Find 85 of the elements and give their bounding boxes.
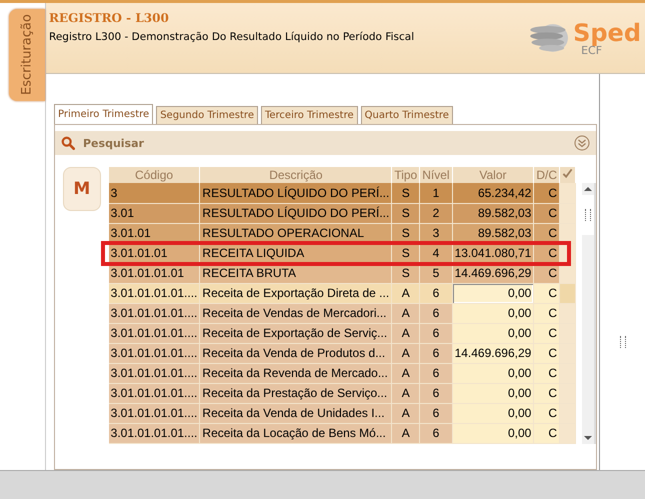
column-header[interactable]: Nível <box>420 167 452 183</box>
table-cell: 1 <box>420 183 452 203</box>
table-cell: 3.01.01.01.01.... <box>108 403 200 423</box>
splitter-handle[interactable] <box>620 336 626 348</box>
table-cell: 0,00 <box>452 423 534 443</box>
table-cell: A <box>392 363 420 383</box>
table-cell: Receita da Prestação de Serviço... <box>200 383 392 403</box>
table-cell: S <box>392 203 420 223</box>
table-cell: 3 <box>108 183 200 203</box>
table-cell: 0,00 <box>452 363 534 383</box>
table-cell: A <box>392 323 420 343</box>
table-cell: Receita da Locação de Bens Mó... <box>200 423 392 443</box>
table-cell: 0,00 <box>452 383 534 403</box>
table-cell: C <box>534 363 560 383</box>
search-bar[interactable]: Pesquisar <box>55 131 596 155</box>
table-cell: 6 <box>420 343 452 363</box>
table-cell: C <box>534 303 560 323</box>
table-cell: 6 <box>420 303 452 323</box>
column-header[interactable]: Tipo <box>392 167 420 183</box>
table-cell: Receita de Exportação de Serviç... <box>200 323 392 343</box>
table-cell: C <box>534 323 560 343</box>
table-cell: 14.469.696,29 <box>452 343 534 363</box>
table-cell: Receita da Venda de Produtos d... <box>200 343 392 363</box>
table-cell: A <box>392 303 420 323</box>
search-label: Pesquisar <box>83 136 145 150</box>
table-cell: 89.582,03 <box>452 203 534 223</box>
value-field[interactable]: 0,00 <box>452 283 534 303</box>
table-cell: C <box>534 403 560 423</box>
table-cell: 6 <box>420 323 452 343</box>
tab[interactable]: Terceiro Trimestre <box>260 106 358 125</box>
table-cell: 3.01.01.01.01.... <box>108 363 200 383</box>
column-header[interactable]: Descrição <box>200 167 392 183</box>
page-subtitle: Registro L300 - Demonstração Do Resultado Líquido no Período Fiscal <box>49 31 414 43</box>
table-cell: 0,00 <box>452 403 534 423</box>
scrollbar[interactable] <box>582 183 596 444</box>
page-title: REGISTRO - L300 <box>49 11 170 25</box>
table-cell: 3.01.01.01.01.... <box>108 303 200 323</box>
logo-text: Sped <box>573 20 641 44</box>
table-cell: 3.01.01.01.01.... <box>108 343 200 363</box>
table-cell: RESULTADO LÍQUIDO DO PERÍ... <box>200 183 392 203</box>
table-cell: 3.01.01.01.01.... <box>108 383 200 403</box>
table-cell: 6 <box>420 423 452 443</box>
table-cell: 6 <box>420 403 452 423</box>
table-cell: A <box>392 283 420 303</box>
table-cell: 3.01.01.01.01.... <box>108 423 200 443</box>
table-cell: 6 <box>420 363 452 383</box>
table-cell: A <box>392 343 420 363</box>
column-header[interactable]: Valor <box>452 167 534 183</box>
table-cell: 6 <box>420 383 452 403</box>
table-cell: C <box>534 203 560 223</box>
table-cell: S <box>392 183 420 203</box>
table-cell: C <box>534 183 560 203</box>
table-cell: Receita de Vendas de Mercadori... <box>200 303 392 323</box>
table-cell: C <box>534 283 560 303</box>
table-cell: Receita da Revenda de Mercado... <box>200 363 392 383</box>
table-cell: C <box>534 343 560 363</box>
table-cell: 0,00 <box>452 323 534 343</box>
table-cell: A <box>392 423 420 443</box>
table-cell: 3.01 <box>108 203 200 223</box>
table-cell: 3.01.01.01.01.... <box>108 323 200 343</box>
table-cell: Receita da Venda de Unidades I... <box>200 403 392 423</box>
search-icon <box>61 136 75 150</box>
column-header[interactable]: D/C <box>534 167 560 183</box>
table-cell: A <box>392 403 420 423</box>
table-cell: Receita de Exportação Direta de ... <box>200 283 392 303</box>
table-cell: 0,00 <box>452 303 534 323</box>
side-tab[interactable]: Escrituração <box>9 9 45 101</box>
tab[interactable]: Primeiro Trimestre <box>54 104 154 125</box>
table-cell: RESULTADO LÍQUIDO DO PERÍ... <box>200 203 392 223</box>
expand-icon[interactable] <box>574 135 590 151</box>
table-cell: 65.234,42 <box>452 183 534 203</box>
column-header[interactable]: Código <box>108 167 200 183</box>
table-cell: 6 <box>420 283 452 303</box>
table-cell: A <box>392 383 420 403</box>
table-cell: 3.01.01.01.01.... <box>108 283 200 303</box>
table-cell: 2 <box>420 203 452 223</box>
checkmark-icon <box>562 168 573 179</box>
tab[interactable]: Segundo Trimestre <box>156 106 258 125</box>
logo-subtext: ECF <box>581 44 602 56</box>
table-cell: C <box>534 383 560 403</box>
tab[interactable]: Quarto Trimestre <box>360 106 453 125</box>
scroll-down-icon[interactable] <box>583 434 593 442</box>
scroll-up-icon[interactable] <box>583 185 593 193</box>
mode-button[interactable]: M <box>62 167 101 211</box>
table-cell: C <box>534 423 560 443</box>
